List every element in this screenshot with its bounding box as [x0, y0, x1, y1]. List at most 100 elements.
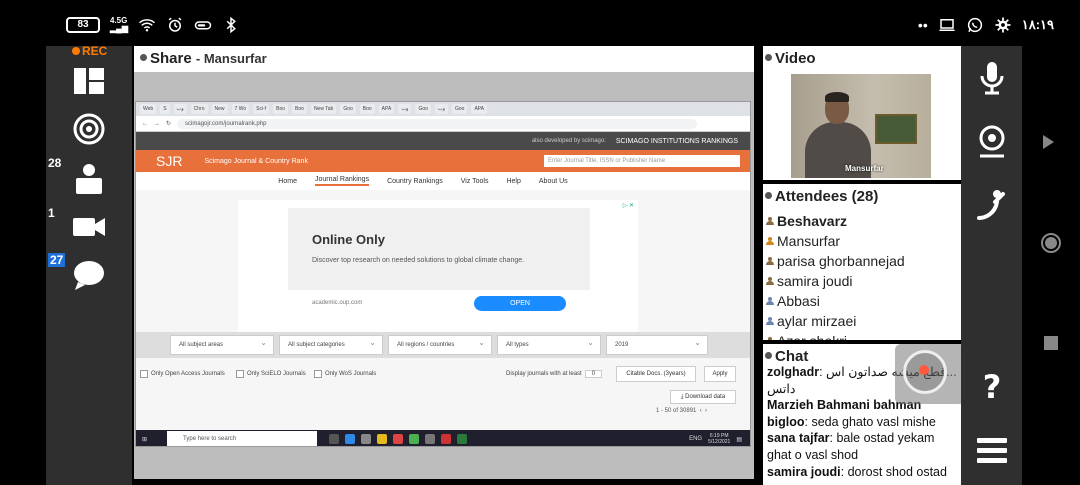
more-notifications-icon: •• [917, 17, 928, 33]
taskbar-lang: ENG [689, 436, 703, 442]
presenter-video-feed[interactable]: Mansurfar [791, 74, 931, 178]
svg-text:?: ? [983, 368, 1002, 404]
attendee-item[interactable]: parisa ghorbannejad [766, 251, 905, 271]
sjr-nav-about: About Us [538, 177, 568, 185]
person-icon [766, 237, 774, 245]
person-icon [766, 277, 774, 285]
advertisement: ▷ ✕ Online Only Discover top research on… [238, 200, 638, 332]
clock: ١٨:١٩ [1021, 17, 1054, 32]
browser-tab: APA [378, 104, 395, 114]
windows-taskbar: ⊞ Type here to search ENG 6:19 PM 5/12/20… [136, 430, 750, 446]
sjr-developed-by: also developed by scimago: [531, 138, 606, 144]
attendee-list: Beshavarz Mansurfar parisa ghorbannejad sam… [766, 211, 905, 340]
person-icon [766, 297, 774, 305]
filter-regions: All regions / countries [388, 334, 492, 355]
check-wos: Only WoS Journals [314, 370, 376, 378]
panel-dot-icon [765, 54, 772, 61]
webcam-icon[interactable] [975, 124, 1009, 160]
attendee-name: Beshavarz [777, 213, 848, 229]
sjr-site-name: Scimago Journal & Country Rank [204, 157, 308, 165]
nav-recents-icon[interactable] [1044, 336, 1058, 350]
browser-tab: Web [140, 104, 157, 114]
help-icon[interactable]: ? [975, 368, 1009, 404]
raise-hand-icon[interactable] [975, 188, 1009, 224]
address-bar: ← → ↻ scimagojr.com/journalrank.php [136, 116, 750, 132]
browser-tab: Goo [340, 104, 356, 114]
url-field: scimagojr.com/journalrank.php [177, 118, 698, 129]
attendee-name: parisa ghorbannejad [777, 253, 905, 269]
whatsapp-icon [967, 17, 982, 33]
app-icon [441, 434, 452, 444]
chat-bubble-icon[interactable] [70, 258, 108, 292]
sjr-nav-country-rankings: Country Rankings [387, 177, 443, 185]
sjr-institutions-link: SCIMAGO INSTITUTIONS RANKINGS [615, 137, 738, 145]
record-dot-icon [72, 47, 80, 55]
menu-icon[interactable] [975, 434, 1009, 470]
person-icon [766, 317, 774, 325]
attendee-item[interactable]: Azar shokri [766, 331, 905, 340]
microphone-icon[interactable] [975, 60, 1009, 96]
task-view-icon [329, 434, 340, 444]
forward-icon: → [154, 120, 160, 127]
laptop-icon [939, 19, 955, 31]
sjr-header: SJR Scimago Journal & Country Rank Enter… [136, 150, 750, 172]
panel-dot-icon [765, 192, 772, 199]
browser-tab: New Tab [310, 104, 337, 114]
browser-tab: وب [434, 104, 449, 114]
notification-icon: ▤ [736, 436, 742, 443]
browser-tab: S [160, 104, 170, 114]
attendee-name: Mansurfar [777, 233, 841, 249]
filter-subject-categories: All subject categories [279, 334, 383, 355]
edge-icon [345, 434, 356, 444]
app-root: 83 4.5G ▂▄▆ •• ١٨:١٩ REC 28 1 27 Share - … [0, 0, 1080, 485]
windows-start-icon: ⊞ [142, 436, 148, 443]
chat-count-badge: 27 [48, 253, 66, 267]
attendee-item[interactable]: aylar mirzaei [766, 311, 905, 331]
office-icon [393, 434, 404, 444]
video-count-badge: 1 [48, 206, 55, 220]
sjr-nav-viz-tools: Viz Tools [460, 177, 489, 185]
browser-tab: Boo [359, 104, 375, 114]
attendee-name: aylar mirzaei [777, 313, 857, 329]
filter-year: 2019 [606, 334, 708, 355]
nav-home-icon[interactable] [1040, 232, 1062, 254]
video-camera-icon[interactable] [70, 210, 108, 244]
attendees-icon[interactable] [70, 162, 108, 196]
browser-tab: Goo [415, 104, 431, 114]
floating-record-button[interactable] [895, 344, 965, 404]
bluetooth-icon [226, 16, 236, 34]
attendee-count-badge: 28 [48, 156, 62, 170]
attendee-item[interactable]: Abbasi [766, 291, 905, 311]
attendee-item[interactable]: Beshavarz [766, 211, 905, 231]
layout-icon[interactable] [70, 64, 108, 98]
reload-icon: ↻ [166, 121, 172, 127]
ad-description: Discover top research on needed solution… [312, 257, 525, 264]
chat-message: samira joudi: dorost shod ostad [767, 464, 947, 479]
pager: 1 - 50 of 30891 ‹ › [656, 408, 708, 414]
person-icon [766, 257, 774, 265]
shared-screen: Web S وب Chro New 7 Wo Sci-f Boo Boo New Tab Goo Bo… [135, 101, 751, 447]
ad-close-icon: ▷ ✕ [622, 203, 634, 209]
sjr-nav: Home Journal Rankings Country Rankings V… [136, 172, 750, 190]
share-presenter: - Mansurfar [195, 51, 267, 66]
taskbar-apps [329, 434, 468, 444]
browser-tab: Boo [273, 104, 289, 114]
taskbar-clock: 6:19 PM 5/12/2021 [708, 433, 731, 445]
browser-tab: Boo [292, 104, 307, 114]
sjr-nav-journal-rankings: Journal Rankings [314, 176, 370, 186]
display-threshold-label: Display journals with at least 0 [506, 370, 603, 378]
attendee-item[interactable]: samira joudi [766, 271, 905, 291]
app-icon-2 [457, 434, 468, 444]
attendee-item[interactable]: Mansurfar [766, 231, 905, 251]
nav-back-icon[interactable] [1040, 134, 1056, 150]
browser-tab: Goo [452, 104, 468, 114]
browser-tab-strip: Web S وب Chro New 7 Wo Sci-f Boo Boo New Tab Goo Bo… [136, 102, 750, 116]
ad-open-button: OPEN [474, 296, 566, 311]
broadcast-icon[interactable] [70, 112, 108, 146]
check-open-access: Only Open Access Journals [140, 370, 225, 378]
browser-tab: New [211, 104, 228, 114]
record-indicator[interactable]: REC [72, 44, 107, 58]
sjr-top-bar: also developed by scimago: SCIMAGO INSTI… [136, 132, 750, 150]
sjr-logo: SJR [156, 153, 183, 169]
store-icon [361, 434, 372, 444]
